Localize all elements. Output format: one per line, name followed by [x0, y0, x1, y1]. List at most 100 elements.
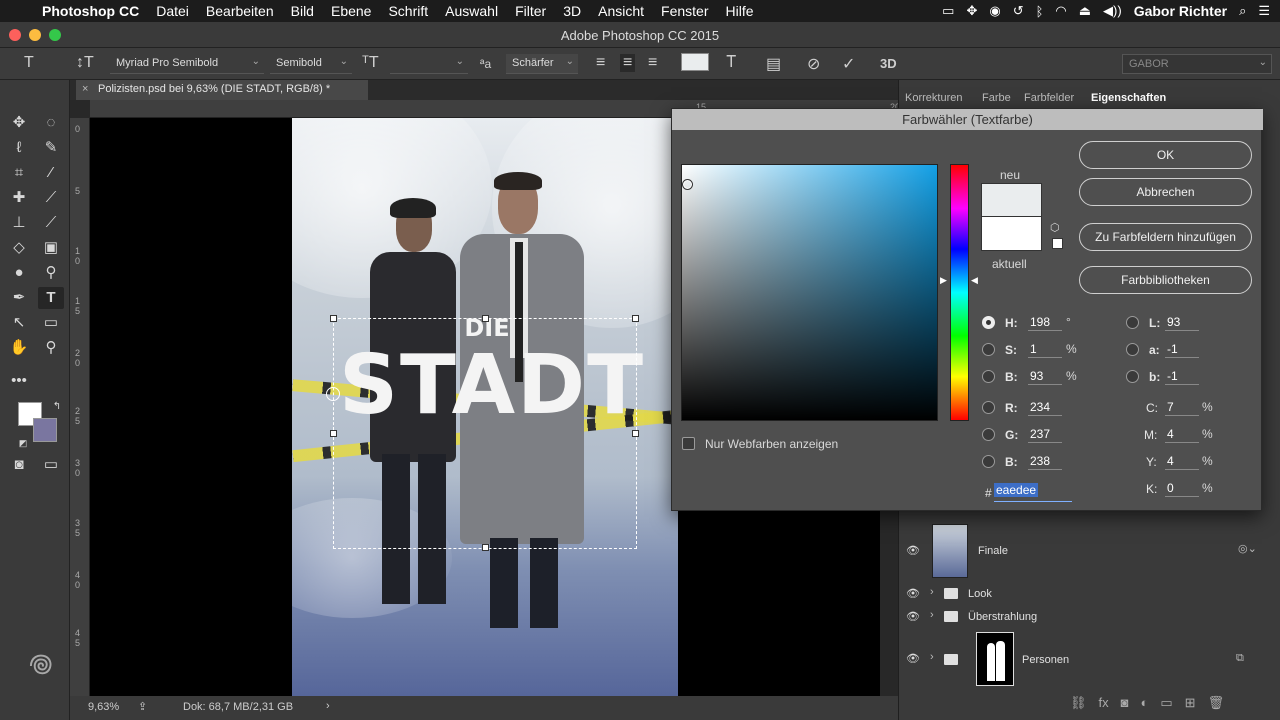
tab-korrekturen[interactable]: Korrekturen — [905, 92, 962, 104]
transform-handle[interactable] — [330, 315, 337, 322]
eraser-tool-icon[interactable]: ◇ — [6, 237, 32, 259]
input-k[interactable]: 0 — [1165, 481, 1199, 497]
radio-blue[interactable] — [982, 455, 995, 468]
add-mask-icon[interactable]: ◙ — [1121, 695, 1129, 711]
menu-fenster[interactable]: Fenster — [661, 3, 708, 19]
input-brightness[interactable]: 93 — [1028, 369, 1062, 385]
path-select-tool-icon[interactable]: ↖ — [6, 312, 32, 334]
transform-handle[interactable] — [632, 430, 639, 437]
menu-bild[interactable]: Bild — [291, 3, 314, 19]
hue-arrow-left-icon[interactable]: ▶ — [940, 275, 947, 286]
layer-mask-thumbnail[interactable] — [976, 632, 1014, 686]
commit-edit-icon[interactable]: ✓ — [842, 54, 855, 74]
current-color-swatch[interactable] — [981, 217, 1042, 251]
volume-icon[interactable]: ◀)) — [1103, 3, 1122, 19]
pen-tool-icon[interactable]: ✒ — [6, 287, 32, 309]
align-right-icon[interactable]: ≡ — [648, 54, 657, 72]
quick-select-tool-icon[interactable]: ✎ — [38, 137, 64, 159]
cancel-edit-icon[interactable]: ⊘ — [807, 54, 820, 74]
layer-row-look[interactable]: 👁 › Look — [898, 584, 1268, 604]
share-icon[interactable]: ⇪ — [138, 700, 147, 713]
screen-mode-icon[interactable]: ▭ — [38, 454, 64, 476]
add-to-swatches-button[interactable]: Zu Farbfeldern hinzufügen — [1079, 223, 1252, 251]
healing-tool-icon[interactable]: ✚ — [6, 187, 32, 209]
layer-row-finale[interactable]: 👁 Finale ◎⌄ — [898, 522, 1268, 580]
radio-green[interactable] — [982, 428, 995, 441]
radio-saturation[interactable] — [982, 343, 995, 356]
menu-hilfe[interactable]: Hilfe — [726, 3, 754, 19]
record-icon[interactable]: ◉ — [989, 3, 1000, 19]
list-icon[interactable]: ☰ — [1258, 3, 1270, 19]
menu-ansicht[interactable]: Ansicht — [598, 3, 644, 19]
expand-chevron-icon[interactable]: › — [930, 586, 934, 598]
warp-text-icon[interactable]: Ꭲ — [727, 54, 737, 72]
tab-eigenschaften[interactable]: Eigenschaften — [1091, 92, 1166, 104]
user-name[interactable]: Gabor Richter — [1134, 3, 1227, 19]
input-g[interactable]: 237 — [1028, 427, 1062, 443]
menu-bearbeiten[interactable]: Bearbeiten — [206, 3, 274, 19]
stamp-tool-icon[interactable]: ⊥ — [6, 212, 32, 234]
close-tab-icon[interactable]: × — [82, 83, 88, 95]
transform-handle[interactable] — [482, 315, 489, 322]
input-h[interactable]: 198 — [1028, 315, 1062, 331]
eyedropper-tool-icon[interactable]: ⁄ — [38, 162, 64, 184]
radio-red[interactable] — [982, 401, 995, 414]
hue-slider[interactable] — [950, 164, 969, 421]
tab-farbfelder[interactable]: Farbfelder — [1024, 92, 1074, 104]
color-libraries-button[interactable]: Farbbibliotheken — [1079, 266, 1252, 294]
menu-ebene[interactable]: Ebene — [331, 3, 371, 19]
new-group-icon[interactable]: ▭ — [1160, 695, 1172, 711]
hand-tool-icon[interactable]: ✋ — [6, 337, 32, 359]
status-menu-chevron-icon[interactable]: › — [326, 700, 330, 712]
fx-icon[interactable]: fx — [1099, 695, 1109, 711]
transform-handle[interactable] — [482, 544, 489, 551]
more-tools-icon[interactable]: ••• — [6, 370, 32, 392]
zoom-level[interactable]: 9,63% — [88, 701, 119, 713]
transform-handle[interactable] — [330, 430, 337, 437]
new-layer-icon[interactable]: ⊞ — [1185, 695, 1196, 711]
web-safe-swatch[interactable] — [1052, 238, 1063, 249]
background-color-swatch[interactable] — [33, 418, 57, 442]
font-size-dropdown[interactable]: ⌄ — [390, 54, 468, 74]
search-icon[interactable]: ⌕ — [1239, 3, 1246, 19]
toggle-orientation-icon[interactable]: ↕T — [76, 54, 94, 72]
text-bounding-box[interactable] — [326, 315, 639, 551]
input-y[interactable]: 4 — [1165, 454, 1199, 470]
document-tab[interactable]: × Polizisten.psd bei 9,63% (DIE STADT, R… — [76, 80, 368, 100]
gradient-tool-icon[interactable]: ▣ — [38, 237, 64, 259]
input-r[interactable]: 234 — [1028, 400, 1062, 416]
blur-tool-icon[interactable]: ● — [6, 262, 32, 284]
align-left-icon[interactable]: ≡ — [596, 54, 605, 72]
marquee-tool-icon[interactable]: ◌ — [38, 112, 64, 134]
dodge-tool-icon[interactable]: ⚲ — [38, 262, 64, 284]
delete-layer-icon[interactable]: 🗑 — [1208, 695, 1225, 711]
3d-icon[interactable]: 3D — [880, 56, 897, 71]
radio-l[interactable] — [1126, 316, 1139, 329]
link-layers-icon[interactable]: ⛓ — [1070, 695, 1087, 711]
zoom-tool-icon[interactable]: ⚲ — [38, 337, 64, 359]
input-s[interactable]: 1 — [1028, 342, 1062, 358]
radio-a[interactable] — [1126, 343, 1139, 356]
layer-row-personen[interactable]: 👁 › Personen ⧉ — [898, 630, 1268, 688]
input-b-lab[interactable]: -1 — [1165, 369, 1199, 385]
type-tool-icon[interactable]: T — [24, 54, 34, 72]
type-tool-icon-selected[interactable]: T — [38, 287, 64, 309]
eject-icon[interactable]: ⏏ — [1079, 3, 1091, 19]
input-l[interactable]: 93 — [1165, 315, 1199, 331]
menu-3d[interactable]: 3D — [563, 3, 581, 19]
menu-auswahl[interactable]: Auswahl — [445, 3, 498, 19]
ok-button[interactable]: OK — [1079, 141, 1252, 169]
align-center-icon[interactable]: ≡ — [620, 54, 636, 72]
radio-hue[interactable] — [982, 316, 995, 329]
cancel-button[interactable]: Abbrechen — [1079, 178, 1252, 206]
move-tool-icon[interactable]: ✥ — [6, 112, 32, 134]
bluetooth-icon[interactable]: ᛒ — [1036, 4, 1044, 19]
rectangle-tool-icon[interactable]: ▭ — [38, 312, 64, 334]
expand-chevron-icon[interactable]: › — [930, 609, 934, 621]
quick-mask-icon[interactable]: ◙ — [6, 454, 32, 476]
time-machine-icon[interactable]: ↺ — [1013, 3, 1024, 19]
swap-colors-icon[interactable]: ↰ — [44, 396, 70, 418]
hex-input[interactable]: eaedee — [994, 483, 1072, 502]
text-color-swatch[interactable] — [681, 53, 709, 71]
reference-point-icon[interactable] — [326, 387, 340, 401]
